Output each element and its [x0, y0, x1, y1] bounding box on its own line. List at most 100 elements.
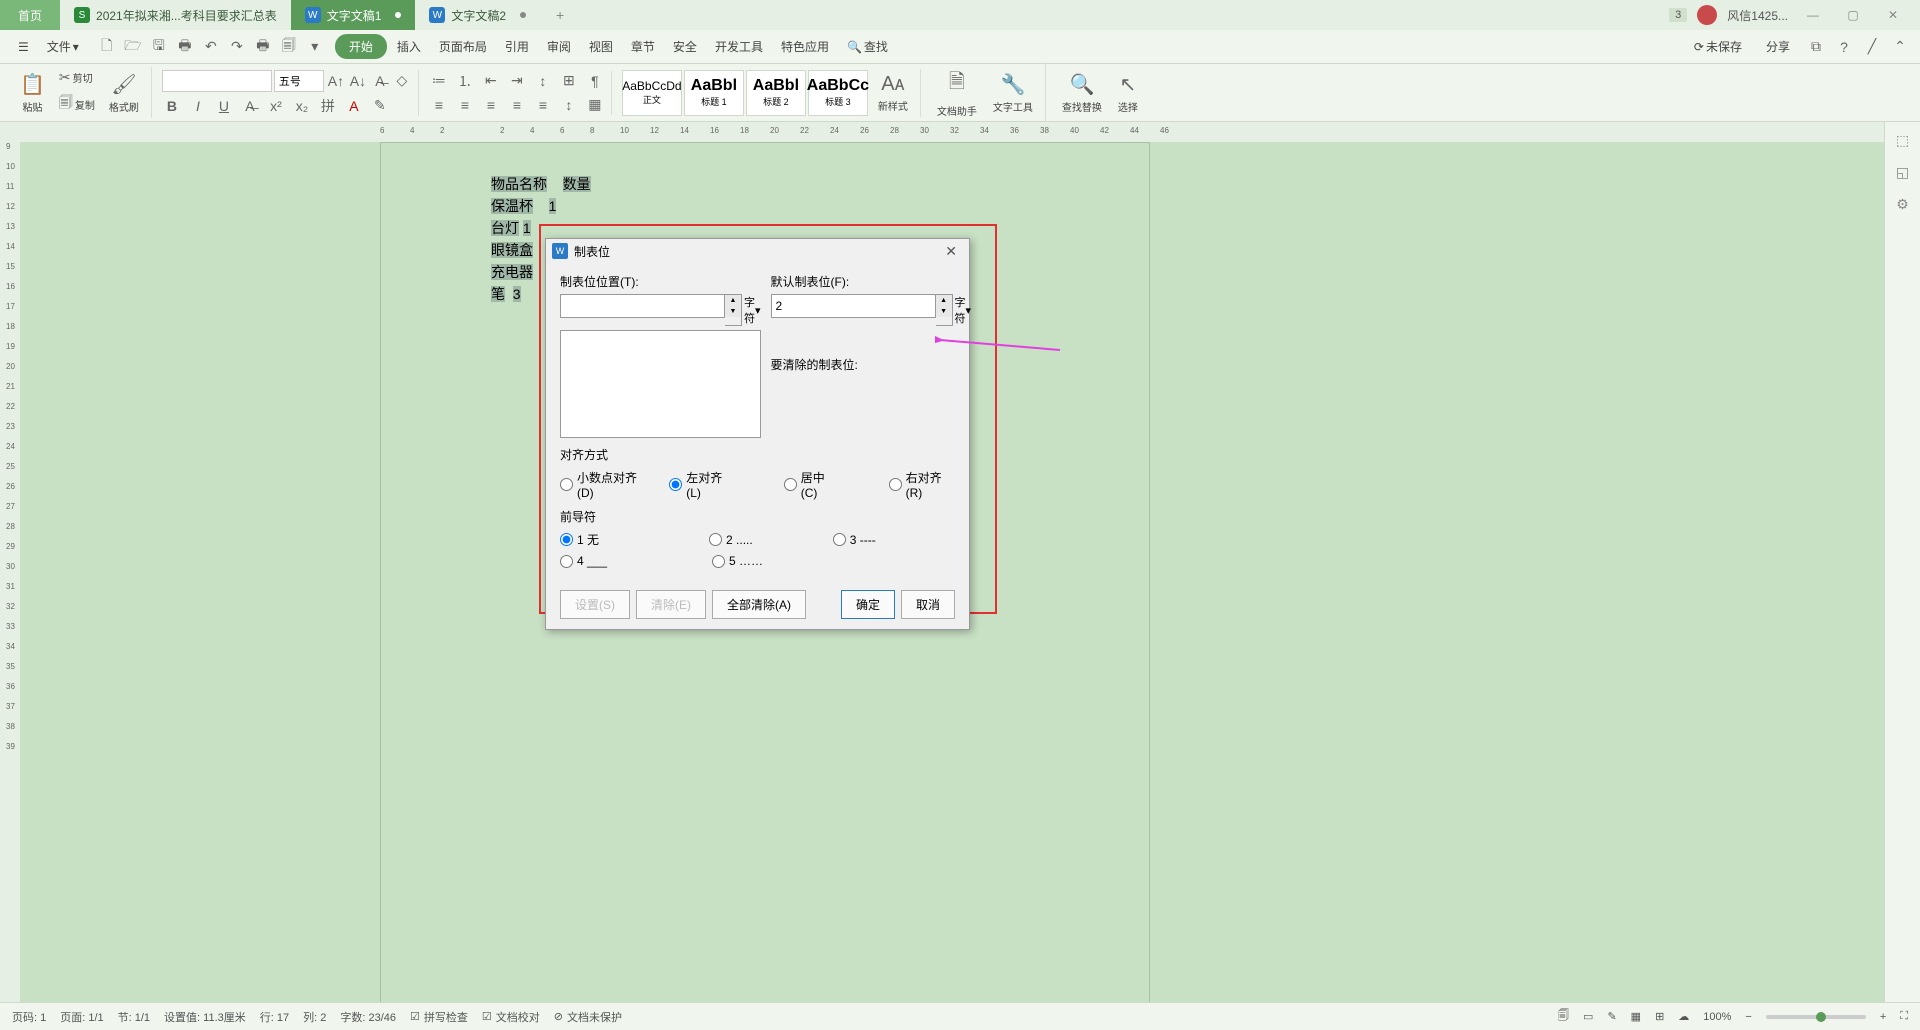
leader-5-radio[interactable]: 5 …… [712, 554, 763, 568]
style-heading2[interactable]: AaBbl标题 2 [746, 70, 806, 116]
font-name-input[interactable] [162, 70, 272, 92]
sidebar-style-icon[interactable]: ◱ [1893, 162, 1913, 182]
highlight-icon[interactable]: ✎ [370, 96, 390, 116]
status-row[interactable]: 行: 17 [260, 1009, 289, 1025]
view-read-icon[interactable]: ▭ [1583, 1010, 1593, 1023]
text-tool-button[interactable]: 🔧文字工具 [987, 68, 1039, 118]
tab-positions-listbox[interactable] [560, 330, 761, 438]
zoom-slider[interactable] [1766, 1015, 1866, 1019]
menu-search[interactable]: 🔍 查找 [839, 34, 896, 59]
menu-chapter[interactable]: 章节 [623, 34, 663, 59]
zoom-out-icon[interactable]: − [1745, 1011, 1751, 1023]
tab-doc2[interactable]: W文字文稿1 [291, 0, 416, 30]
view-mark-icon[interactable]: ✎ [1607, 1010, 1616, 1023]
status-page-num[interactable]: 页码: 1 [12, 1009, 46, 1025]
spin-down-icon[interactable]: ▼ [936, 306, 952, 317]
numbering-icon[interactable]: ⒈ [455, 71, 475, 91]
tab-icon[interactable]: ⊞ [559, 71, 579, 91]
set-button[interactable]: 设置(S) [560, 590, 630, 619]
style-gallery[interactable]: AaBbCcDd正文 AaBbl标题 1 AaBbl标题 2 AaBbCc标题 … [622, 70, 868, 116]
save-icon[interactable]: 🖫 [149, 37, 169, 57]
menu-start[interactable]: 开始 [335, 34, 387, 59]
unit-label[interactable]: 字符▾ [742, 294, 761, 326]
align-center-radio[interactable]: 居中(C) [784, 469, 839, 500]
more-qat-icon[interactable]: ▾ [305, 37, 325, 57]
font-size-input[interactable] [274, 70, 324, 92]
dialog-titlebar[interactable]: W 制表位 ✕ [546, 239, 969, 263]
maximize-icon[interactable]: ▢ [1838, 0, 1868, 30]
unit-label[interactable]: 字符▾ [953, 294, 972, 326]
new-style-button[interactable]: Aᴀ新样式 [872, 69, 914, 117]
justify-icon[interactable]: ≡ [507, 95, 527, 115]
indent-inc-icon[interactable]: ⇥ [507, 71, 527, 91]
underline-icon[interactable]: U [214, 96, 234, 116]
clear-button[interactable]: 清除(E) [636, 590, 706, 619]
redo-icon[interactable]: ↷ [227, 37, 247, 57]
status-protect[interactable]: ⊘ 文档未保护 [554, 1009, 622, 1025]
bullets-icon[interactable]: ≔ [429, 71, 449, 91]
format-painter-button[interactable]: 🖌格式刷 [103, 68, 145, 118]
clear-format-icon[interactable]: A̶ [370, 71, 390, 91]
italic-icon[interactable]: I [188, 96, 208, 116]
menu-view[interactable]: 视图 [581, 34, 621, 59]
view-mode-icon[interactable]: ☁ [1678, 1010, 1689, 1023]
strike-icon[interactable]: A̶ [240, 96, 260, 116]
status-setting[interactable]: 设置值: 11.3厘米 [164, 1009, 246, 1025]
clear-all-button[interactable]: 全部清除(A) [712, 590, 806, 619]
file-menu[interactable]: 文件 ▾ [39, 34, 87, 59]
spin-up-icon[interactable]: ▲ [725, 295, 741, 306]
cancel-button[interactable]: 取消 [901, 590, 955, 619]
zoom-in-icon[interactable]: + [1880, 1011, 1886, 1023]
dialog-close-icon[interactable]: ✕ [939, 243, 963, 260]
zoom-value[interactable]: 100% [1703, 1011, 1731, 1023]
bold-icon[interactable]: B [162, 96, 182, 116]
help-icon[interactable]: ? [1834, 37, 1854, 57]
ok-button[interactable]: 确定 [841, 590, 895, 619]
find-replace-button[interactable]: 🔍查找替换 [1056, 68, 1108, 118]
horizontal-ruler[interactable]: 6422468101214161820222426283032343638404… [0, 122, 1920, 142]
increase-font-icon[interactable]: A↑ [326, 71, 346, 91]
subscript-icon[interactable]: x₂ [292, 96, 312, 116]
paste-button[interactable]: 📋粘贴 [14, 68, 51, 118]
fullscreen-icon[interactable]: ⛶ [1900, 1010, 1908, 1023]
notification-badge[interactable]: 3 [1669, 8, 1687, 22]
spin-down-icon[interactable]: ▼ [725, 306, 741, 317]
style-heading1[interactable]: AaBbl标题 1 [684, 70, 744, 116]
new-doc-icon[interactable]: 🗋 [97, 37, 117, 57]
tab-position-input[interactable] [560, 294, 725, 318]
align-left-radio[interactable]: 左对齐(L) [669, 469, 733, 500]
print-direct-icon[interactable]: 🖶 [253, 37, 273, 57]
doc-assistant-button[interactable]: 🗎文档助手 [931, 63, 983, 122]
menu-layout[interactable]: 页面布局 [431, 34, 495, 59]
menu-safety[interactable]: 安全 [665, 34, 705, 59]
collapse-ribbon-icon[interactable]: ╱ [1862, 37, 1882, 57]
print-preview-icon[interactable]: 🗐 [279, 37, 299, 57]
unsaved-button[interactable]: ⟳ 未保存 [1686, 34, 1750, 59]
style-heading3[interactable]: AaBbCc标题 3 [808, 70, 868, 116]
leader-1-radio[interactable]: 1 无 [560, 531, 599, 548]
menu-insert[interactable]: 插入 [389, 34, 429, 59]
font-color-icon[interactable]: A [344, 96, 364, 116]
leader-4-radio[interactable]: 4 ___ [560, 554, 607, 568]
minimize-icon[interactable]: — [1798, 0, 1828, 30]
align-decimal-radio[interactable]: 小数点对齐(D) [560, 469, 649, 500]
status-section[interactable]: 节: 1/1 [118, 1009, 150, 1025]
status-proof[interactable]: ☑ 文档校对 [482, 1009, 540, 1025]
close-icon[interactable]: ✕ [1878, 0, 1908, 30]
menu-special[interactable]: 特色应用 [773, 34, 837, 59]
avatar[interactable] [1697, 5, 1717, 25]
status-pages[interactable]: 页面: 1/1 [60, 1009, 103, 1025]
spin-up-icon[interactable]: ▲ [936, 295, 952, 306]
shading-icon[interactable]: ▦ [585, 95, 605, 115]
superscript-icon[interactable]: x² [266, 96, 286, 116]
frame-icon[interactable]: ⧉ [1806, 37, 1826, 57]
new-tab-button[interactable]: + [548, 3, 572, 27]
open-icon[interactable]: 🗁 [123, 37, 143, 57]
undo-icon[interactable]: ↶ [201, 37, 221, 57]
menu-refs[interactable]: 引用 [497, 34, 537, 59]
status-words[interactable]: 字数: 23/46 [340, 1009, 396, 1025]
status-col[interactable]: 列: 2 [303, 1009, 326, 1025]
tab-doc1[interactable]: S2021年拟来湘...考科目要求汇总表 [60, 0, 291, 30]
share-button[interactable]: 分享 [1758, 34, 1798, 59]
tab-home[interactable]: 首页 [0, 0, 60, 30]
